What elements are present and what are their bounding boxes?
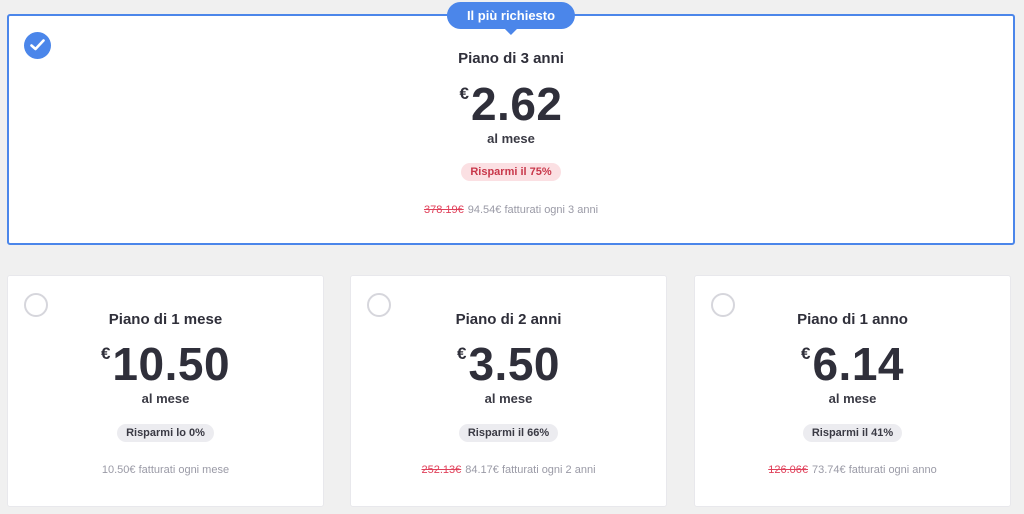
most-popular-badge: Il più richiesto [446,2,576,35]
billing-text: 10.50€ fatturati ogni mese [101,464,230,476]
plan-price: € 6.14 [695,340,1010,388]
price-amount: 3.50 [468,338,560,390]
billing-text: 73.74€ fatturati ogni anno [812,464,937,476]
currency-symbol: € [100,344,111,363]
plan-title: Piano di 2 anni [455,311,562,328]
original-price: 378.19€ [423,204,464,216]
price-amount: 10.50 [112,338,231,390]
currency-symbol: € [457,344,467,363]
price-amount: 2.62 [470,78,563,130]
price-amount: 6.14 [812,338,904,390]
currency-symbol: € [801,344,811,363]
price-period: al mese [487,131,535,146]
currency-symbol: € [459,84,469,103]
plan-title: Piano di 1 mese [108,311,223,328]
billing-info: 252.13€ 84.17€ fatturati ogni 2 anni [351,464,666,476]
price-period: al mese [484,391,533,406]
plan-card-1-year[interactable]: Piano di 1 anno € 6.14 al mese Risparmi … [694,275,1011,507]
billing-info: 126.06€ 73.74€ fatturati ogni anno [695,464,1010,476]
price-period: al mese [141,391,190,406]
billing-text: 84.17€ fatturati ogni 2 anni [465,464,596,476]
plan-card-2-years[interactable]: Piano di 2 anni € 3.50 al mese Risparmi … [350,275,667,507]
billing-info: 10.50€ fatturati ogni mese [8,464,323,476]
plan-card-1-month[interactable]: Piano di 1 mese € 10.50 al mese Risparmi… [7,275,324,507]
billing-info: 378.19€ 94.54€ fatturati ogni 3 anni [9,204,1013,216]
billing-text: 94.54€ fatturati ogni 3 anni [467,204,599,216]
plan-price: € 10.50 [8,340,323,388]
plan-title: Piano di 3 anni [458,50,564,67]
original-price: 252.13€ [421,464,462,476]
price-period: al mese [828,391,877,406]
savings-badge: Risparmi il 66% [458,424,559,442]
original-price: 126.06€ [768,464,808,476]
plan-price: € 2.62 [9,80,1013,128]
savings-badge: Risparmi il 75% [461,163,561,181]
savings-badge: Risparmi lo 0% [117,424,214,442]
plan-card-3-years[interactable]: Il più richiesto Piano di 3 anni € 2.62 … [7,2,1015,245]
savings-badge: Risparmi il 41% [802,424,903,442]
plan-title: Piano di 1 anno [797,311,908,328]
plan-price: € 3.50 [351,340,666,388]
